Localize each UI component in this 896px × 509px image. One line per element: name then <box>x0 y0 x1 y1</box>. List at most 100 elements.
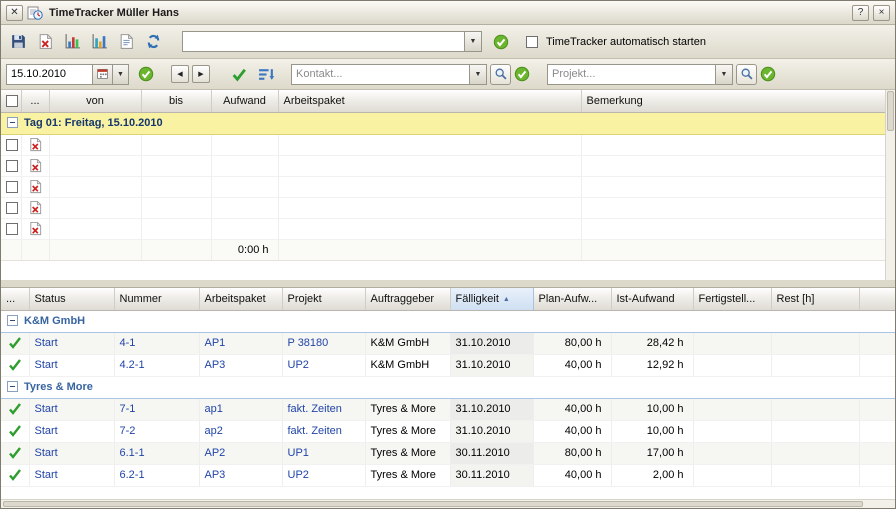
task-nummer[interactable]: 4-1 <box>114 332 199 354</box>
bemerkung-cell[interactable] <box>581 197 885 218</box>
column-header-von[interactable]: von <box>49 90 141 112</box>
aufwand-cell[interactable] <box>211 176 278 197</box>
scrollbar-thumb[interactable] <box>887 91 894 131</box>
close-button[interactable]: × <box>873 5 890 21</box>
task-arbeitspaket[interactable]: AP3 <box>199 464 282 486</box>
tasks-horizontal-scrollbar[interactable] <box>1 499 895 508</box>
task-combo[interactable]: ▼ <box>182 31 482 52</box>
time-entry-row[interactable] <box>1 197 885 218</box>
task-combo-dropdown-button[interactable]: ▼ <box>464 32 481 51</box>
arbeitspaket-cell[interactable] <box>278 218 581 239</box>
row-checkbox[interactable] <box>6 181 18 193</box>
task-row[interactable]: Start 6.2-1 AP3 UP2 Tyres & More 30.11.2… <box>1 464 895 486</box>
bis-cell[interactable] <box>141 218 211 239</box>
task-nummer[interactable]: 7-2 <box>114 420 199 442</box>
delete-entry-icon[interactable] <box>27 221 44 236</box>
aufwand-cell[interactable] <box>211 218 278 239</box>
task-row[interactable]: Start 7-1 ap1 fakt. Zeiten Tyres & More … <box>1 398 895 420</box>
arbeitspaket-cell[interactable] <box>278 134 581 155</box>
task-status[interactable]: Start <box>29 354 114 376</box>
task-nummer[interactable]: 6.2-1 <box>114 464 199 486</box>
column-header-actions[interactable]: ... <box>1 288 29 310</box>
column-header-arbeitspaket[interactable]: Arbeitspaket <box>278 90 581 112</box>
statistics-2-button[interactable] <box>87 30 111 54</box>
delete-entry-icon[interactable] <box>27 158 44 173</box>
refresh-button[interactable] <box>141 30 165 54</box>
bemerkung-cell[interactable] <box>581 176 885 197</box>
time-entry-row[interactable] <box>1 176 885 197</box>
help-button[interactable]: ? <box>852 5 869 21</box>
delete-entry-icon[interactable] <box>27 179 44 194</box>
kontakt-search-button[interactable] <box>490 64 511 85</box>
task-nummer[interactable]: 4.2-1 <box>114 354 199 376</box>
scrollbar-thumb[interactable] <box>3 501 863 507</box>
column-header-faelligkeit[interactable]: Fälligkeit▲ <box>450 288 533 310</box>
projekt-search-button[interactable] <box>736 64 757 85</box>
task-projekt[interactable]: P 38180 <box>282 332 365 354</box>
aufwand-cell[interactable] <box>211 197 278 218</box>
collapse-group-icon[interactable] <box>7 315 18 326</box>
day-group-row[interactable]: Tag 01: Freitag, 15.10.2010 <box>1 112 885 134</box>
delete-entry-icon[interactable] <box>27 137 44 152</box>
task-status[interactable]: Start <box>29 398 114 420</box>
collapse-group-icon[interactable] <box>7 117 18 128</box>
previous-day-button[interactable]: ◀ <box>171 65 189 83</box>
client-group-row[interactable]: K&M GmbH <box>1 310 895 332</box>
calendar-button[interactable] <box>92 64 112 85</box>
task-projekt[interactable]: UP2 <box>282 354 365 376</box>
arbeitspaket-cell[interactable] <box>278 155 581 176</box>
entries-vertical-scrollbar[interactable] <box>885 90 895 280</box>
next-day-button[interactable]: ▶ <box>192 65 210 83</box>
bemerkung-cell[interactable] <box>581 134 885 155</box>
apply-task-button[interactable] <box>493 34 509 50</box>
autostart-checkbox[interactable] <box>526 35 538 47</box>
task-status[interactable]: Start <box>29 332 114 354</box>
bis-cell[interactable] <box>141 197 211 218</box>
close-panel-button[interactable]: ✕ <box>6 5 23 21</box>
task-status[interactable]: Start <box>29 420 114 442</box>
aufwand-cell[interactable] <box>211 134 278 155</box>
row-checkbox[interactable] <box>6 202 18 214</box>
bemerkung-cell[interactable] <box>581 218 885 239</box>
panel-splitter[interactable] <box>1 280 895 288</box>
apply-projekt-button[interactable] <box>760 66 776 82</box>
aufwand-cell[interactable] <box>211 155 278 176</box>
kontakt-dropdown-button[interactable]: ▼ <box>469 65 486 84</box>
column-header-aufwand[interactable]: Aufwand <box>211 90 278 112</box>
bis-cell[interactable] <box>141 176 211 197</box>
apply-kontakt-button[interactable] <box>514 66 530 82</box>
column-header-fertigstellung[interactable]: Fertigstell... <box>693 288 771 310</box>
column-header-arbeitspaket[interactable]: Arbeitspaket <box>199 288 282 310</box>
row-checkbox[interactable] <box>6 160 18 172</box>
task-nummer[interactable]: 6.1-1 <box>114 442 199 464</box>
task-arbeitspaket[interactable]: AP3 <box>199 354 282 376</box>
discard-entry-button[interactable] <box>33 30 57 54</box>
bemerkung-cell[interactable] <box>581 155 885 176</box>
von-cell[interactable] <box>49 155 141 176</box>
save-button[interactable] <box>6 30 30 54</box>
task-nummer[interactable]: 7-1 <box>114 398 199 420</box>
task-row[interactable]: Start 4-1 AP1 P 38180 K&M GmbH 31.10.201… <box>1 332 895 354</box>
task-arbeitspaket[interactable]: ap1 <box>199 398 282 420</box>
client-group-row[interactable]: Tyres & More <box>1 376 895 398</box>
von-cell[interactable] <box>49 218 141 239</box>
von-cell[interactable] <box>49 134 141 155</box>
row-checkbox[interactable] <box>6 223 18 235</box>
task-row[interactable]: Start 6.1-1 AP2 UP1 Tyres & More 30.11.2… <box>1 442 895 464</box>
task-status[interactable]: Start <box>29 442 114 464</box>
column-header-auftraggeber[interactable]: Auftraggeber <box>365 288 450 310</box>
von-cell[interactable] <box>49 197 141 218</box>
task-row[interactable]: Start 7-2 ap2 fakt. Zeiten Tyres & More … <box>1 420 895 442</box>
kontakt-combo[interactable]: Kontakt... ▼ <box>291 64 487 85</box>
time-entry-row[interactable] <box>1 155 885 176</box>
task-projekt[interactable]: UP2 <box>282 464 365 486</box>
row-checkbox[interactable] <box>6 139 18 151</box>
projekt-combo[interactable]: Projekt... ▼ <box>547 64 733 85</box>
select-all-checkbox[interactable] <box>6 95 18 107</box>
date-input[interactable]: 15.10.2010 <box>6 64 92 85</box>
time-entry-row[interactable] <box>1 134 885 155</box>
arbeitspaket-cell[interactable] <box>278 197 581 218</box>
column-header-nummer[interactable]: Nummer <box>114 288 199 310</box>
statistics-1-button[interactable] <box>60 30 84 54</box>
delete-entry-icon[interactable] <box>27 200 44 215</box>
